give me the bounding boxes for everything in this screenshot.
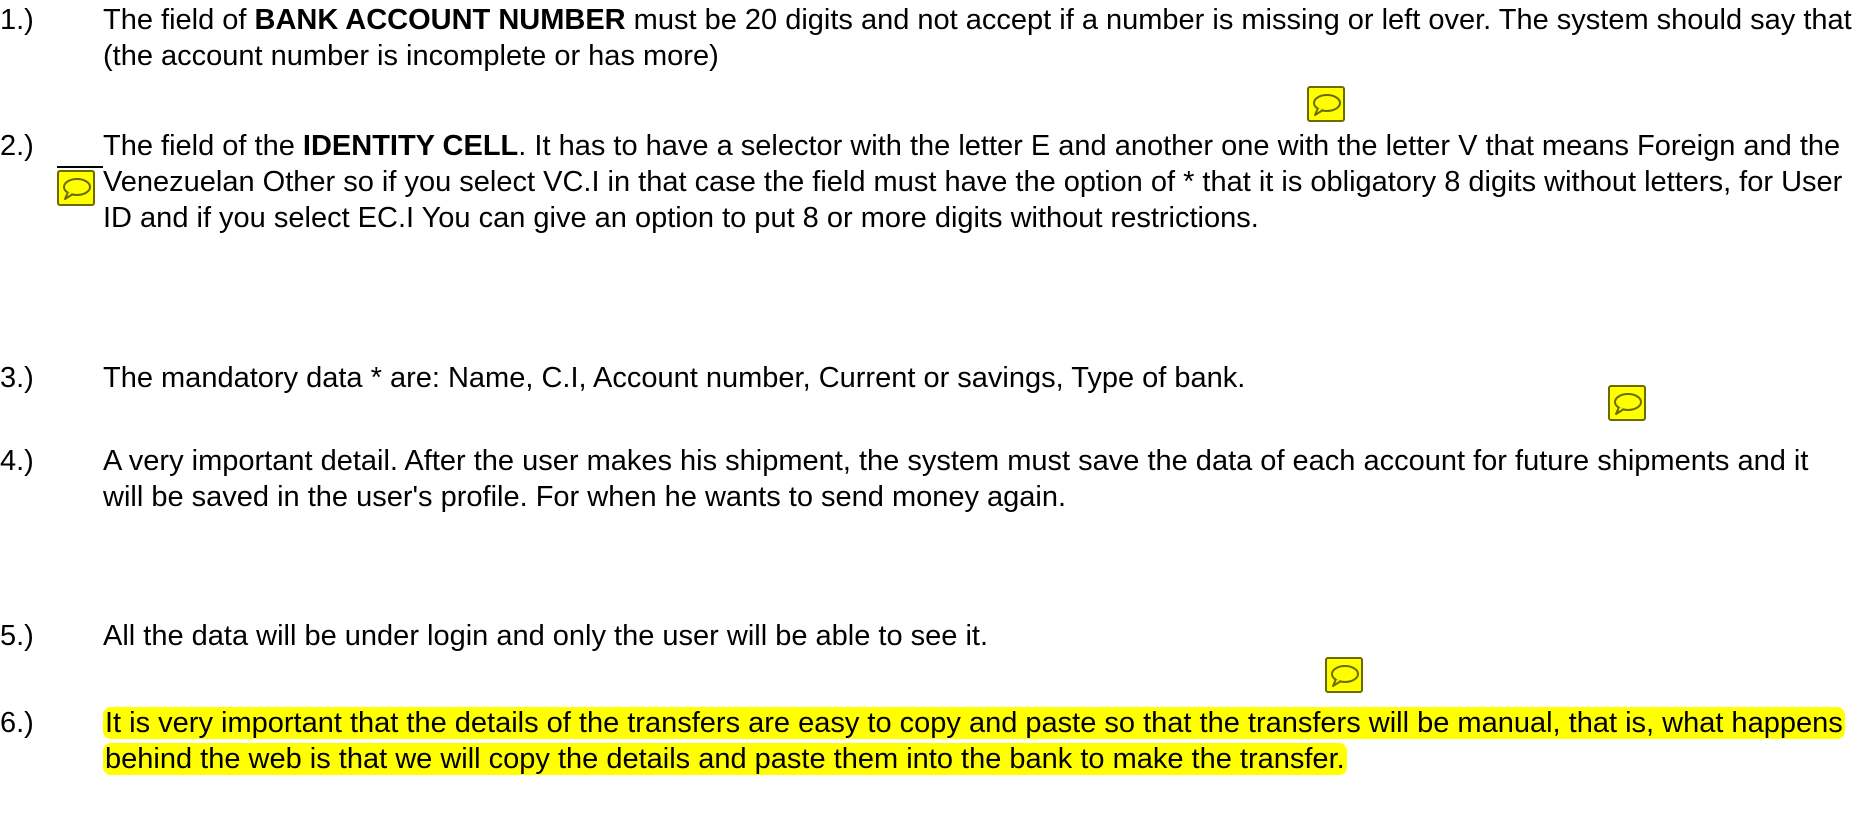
bold-term: BANK ACCOUNT NUMBER <box>254 4 626 36</box>
list-item-number: 6.) <box>0 707 34 739</box>
comment-glyph <box>1313 94 1341 116</box>
speech-bubble-icon[interactable] <box>57 170 95 206</box>
list-item-text: The field of BANK ACCOUNT NUMBER must be… <box>103 2 1853 74</box>
comment-glyph <box>1614 393 1642 415</box>
list-item-text: A very important detail. After the user … <box>103 443 1853 515</box>
text-run: All the data will be under login and onl… <box>103 620 989 652</box>
comment-glyph <box>1331 665 1359 687</box>
list-item-number: 3.) <box>0 362 34 394</box>
list-item-number: 1.) <box>0 4 34 36</box>
list-item-text: All the data will be under login and onl… <box>103 618 1853 654</box>
comment-glyph <box>63 178 91 200</box>
speech-bubble-icon[interactable] <box>1325 657 1363 693</box>
list-item-number: 2.) <box>0 130 34 162</box>
text-run: The field of the <box>103 130 303 162</box>
text-run: The field of <box>103 4 255 36</box>
text-run: A very important detail. After the user … <box>103 445 1809 513</box>
list-item-text: The mandatory data * are: Name, C.I, Acc… <box>103 360 1853 396</box>
bold-term: IDENTITY CELL <box>302 130 519 162</box>
document-page: 1.) The field of BANK ACCOUNT NUMBER mus… <box>0 0 1866 830</box>
list-item-number: 5.) <box>0 620 34 652</box>
list-item-text: It is very important that the details of… <box>103 705 1853 777</box>
speech-bubble-icon[interactable] <box>1608 385 1646 421</box>
text-run: The mandatory data * are: Name, C.I, Acc… <box>103 362 1246 394</box>
list-item-number: 4.) <box>0 445 34 477</box>
comment-anchor-line <box>57 166 103 168</box>
speech-bubble-icon[interactable] <box>1307 86 1345 122</box>
highlighted-text: It is very important that the details of… <box>103 707 1845 775</box>
list-item-text: The field of the IDENTITY CELL. It has t… <box>103 128 1853 236</box>
